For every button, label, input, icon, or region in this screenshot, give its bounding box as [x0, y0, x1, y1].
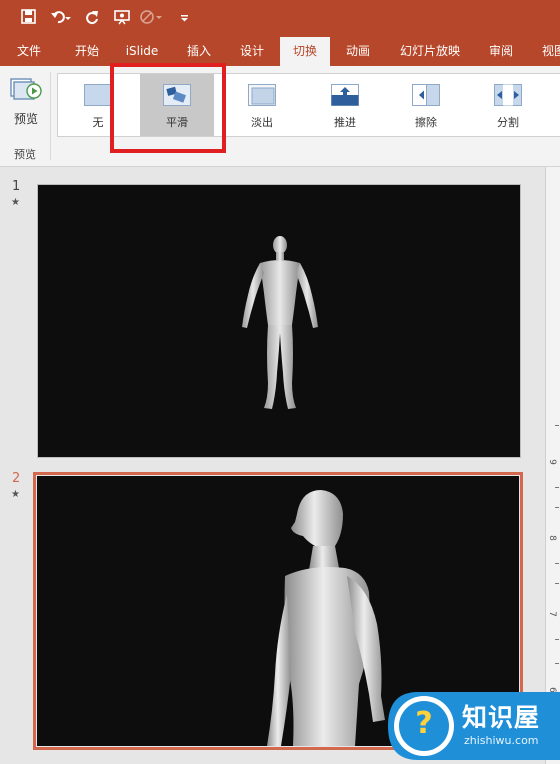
ruler-number: 8: [546, 535, 557, 541]
ruler-tick: [555, 487, 559, 488]
quick-access-toolbar: [0, 0, 560, 37]
human-figure-image: [242, 236, 318, 409]
ruler-tick: [555, 425, 559, 426]
transition-split[interactable]: 分割: [471, 74, 545, 136]
redo-icon[interactable]: [85, 9, 99, 29]
tab-file[interactable]: 文件: [5, 37, 53, 66]
tab-islide[interactable]: iSlide: [118, 37, 166, 66]
tab-view[interactable]: 视图: [531, 37, 560, 66]
ruler-number: 9: [546, 459, 557, 465]
preview-button[interactable]: 预览: [6, 74, 46, 134]
customize-qat-icon[interactable]: [180, 9, 190, 29]
slide-star-icon: ★: [11, 489, 20, 500]
tab-home[interactable]: 开始: [62, 37, 112, 66]
slide-thumbnail-1[interactable]: [37, 184, 521, 458]
split-transition-icon: [494, 84, 522, 106]
preview-label: 预览: [13, 112, 38, 126]
tab-insert[interactable]: 插入: [176, 37, 222, 66]
ribbon-tabs: 文件 开始 iSlide 插入 设计 切换 动画 幻灯片放映 审阅 视图: [0, 37, 560, 66]
ruler-number: 7: [546, 611, 557, 617]
tab-slide-show[interactable]: 幻灯片放映: [391, 37, 469, 66]
present-icon[interactable]: [114, 9, 132, 29]
ruler-tick: [555, 663, 559, 664]
tab-animations[interactable]: 动画: [335, 37, 381, 66]
transitions-ribbon: 预览 预览 无 平滑 淡出 推进 擦除 分割: [0, 66, 560, 167]
save-icon[interactable]: [21, 9, 36, 28]
push-transition-icon: [331, 84, 359, 106]
touch-mode-icon[interactable]: [139, 9, 163, 29]
fade-transition-icon: [248, 84, 276, 106]
preview-group-label: 预览: [14, 148, 36, 161]
slide-number: 1: [12, 179, 21, 194]
watermark: ? 知识屋 zhishiwu.com: [388, 688, 560, 764]
transition-label: 擦除: [415, 116, 437, 129]
transition-label: 分割: [497, 116, 519, 129]
transition-wipe[interactable]: 擦除: [389, 74, 463, 136]
ruler-tick: [555, 583, 559, 584]
transition-label: 淡出: [251, 116, 273, 129]
watermark-title: 知识屋: [462, 703, 541, 732]
tab-review[interactable]: 审阅: [479, 37, 523, 66]
none-transition-icon: [84, 84, 112, 106]
tab-design[interactable]: 设计: [229, 37, 275, 66]
vertical-ruler: 9 8 7 6: [545, 167, 560, 764]
ruler-tick: [555, 639, 559, 640]
transition-label: 推进: [334, 116, 356, 129]
watermark-url: zhishiwu.com: [464, 734, 539, 747]
watermark-badge-icon: ?: [415, 706, 433, 741]
transition-push[interactable]: 推进: [308, 74, 382, 136]
wipe-transition-icon: [412, 84, 440, 106]
highlight-box: [110, 63, 226, 153]
group-divider: [50, 72, 51, 160]
slide-star-icon: ★: [11, 197, 20, 208]
ruler-tick: [555, 563, 559, 564]
ruler-tick: [555, 507, 559, 508]
transition-fade[interactable]: 淡出: [225, 74, 299, 136]
human-figure-closeup-image: [267, 490, 385, 746]
slide-number: 2: [12, 471, 21, 486]
tab-transitions[interactable]: 切换: [280, 37, 330, 66]
undo-icon[interactable]: [50, 9, 72, 29]
preview-icon: [10, 78, 42, 100]
